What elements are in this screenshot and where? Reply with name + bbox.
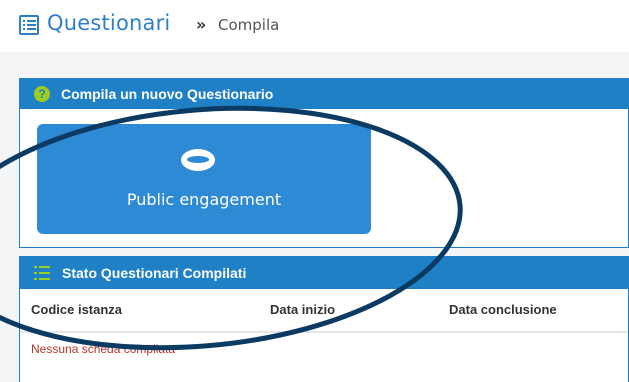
column-header-data-conclusione[interactable]: Data conclusione — [449, 302, 557, 317]
ring-icon — [181, 149, 215, 171]
new-questionnaire-panel-title: Compila un nuovo Questionario — [61, 86, 274, 102]
table-header: Codice istanza Data inizio Data conclusi… — [20, 289, 628, 333]
completed-questionnaires-panel-title: Stato Questionari Compilati — [62, 265, 247, 281]
new-questionnaire-panel-header: ? Compila un nuovo Questionario — [20, 79, 628, 109]
breadcrumb-current: Compila — [218, 16, 280, 34]
breadcrumb-separator: » — [196, 15, 207, 34]
completed-questionnaires-panel: Stato Questionari Compilati Codice istan… — [19, 256, 629, 382]
page-title: Questionari — [47, 11, 171, 35]
page-header: Questionari » Compila — [0, 0, 629, 52]
public-engagement-tile-label: Public engagement — [126, 190, 282, 209]
list-icon — [34, 265, 50, 281]
column-header-data-inizio[interactable]: Data inizio — [270, 302, 335, 317]
empty-table-message: Nessuna scheda compilata — [31, 342, 176, 356]
new-questionnaire-panel: ? Compila un nuovo Questionario Public e… — [19, 78, 629, 248]
help-circle-icon: ? — [34, 86, 50, 102]
list-box-icon — [19, 15, 39, 35]
column-header-codice-istanza[interactable]: Codice istanza — [31, 302, 122, 317]
public-engagement-tile[interactable]: Public engagement — [37, 124, 371, 234]
completed-questionnaires-panel-header: Stato Questionari Compilati — [20, 257, 628, 289]
